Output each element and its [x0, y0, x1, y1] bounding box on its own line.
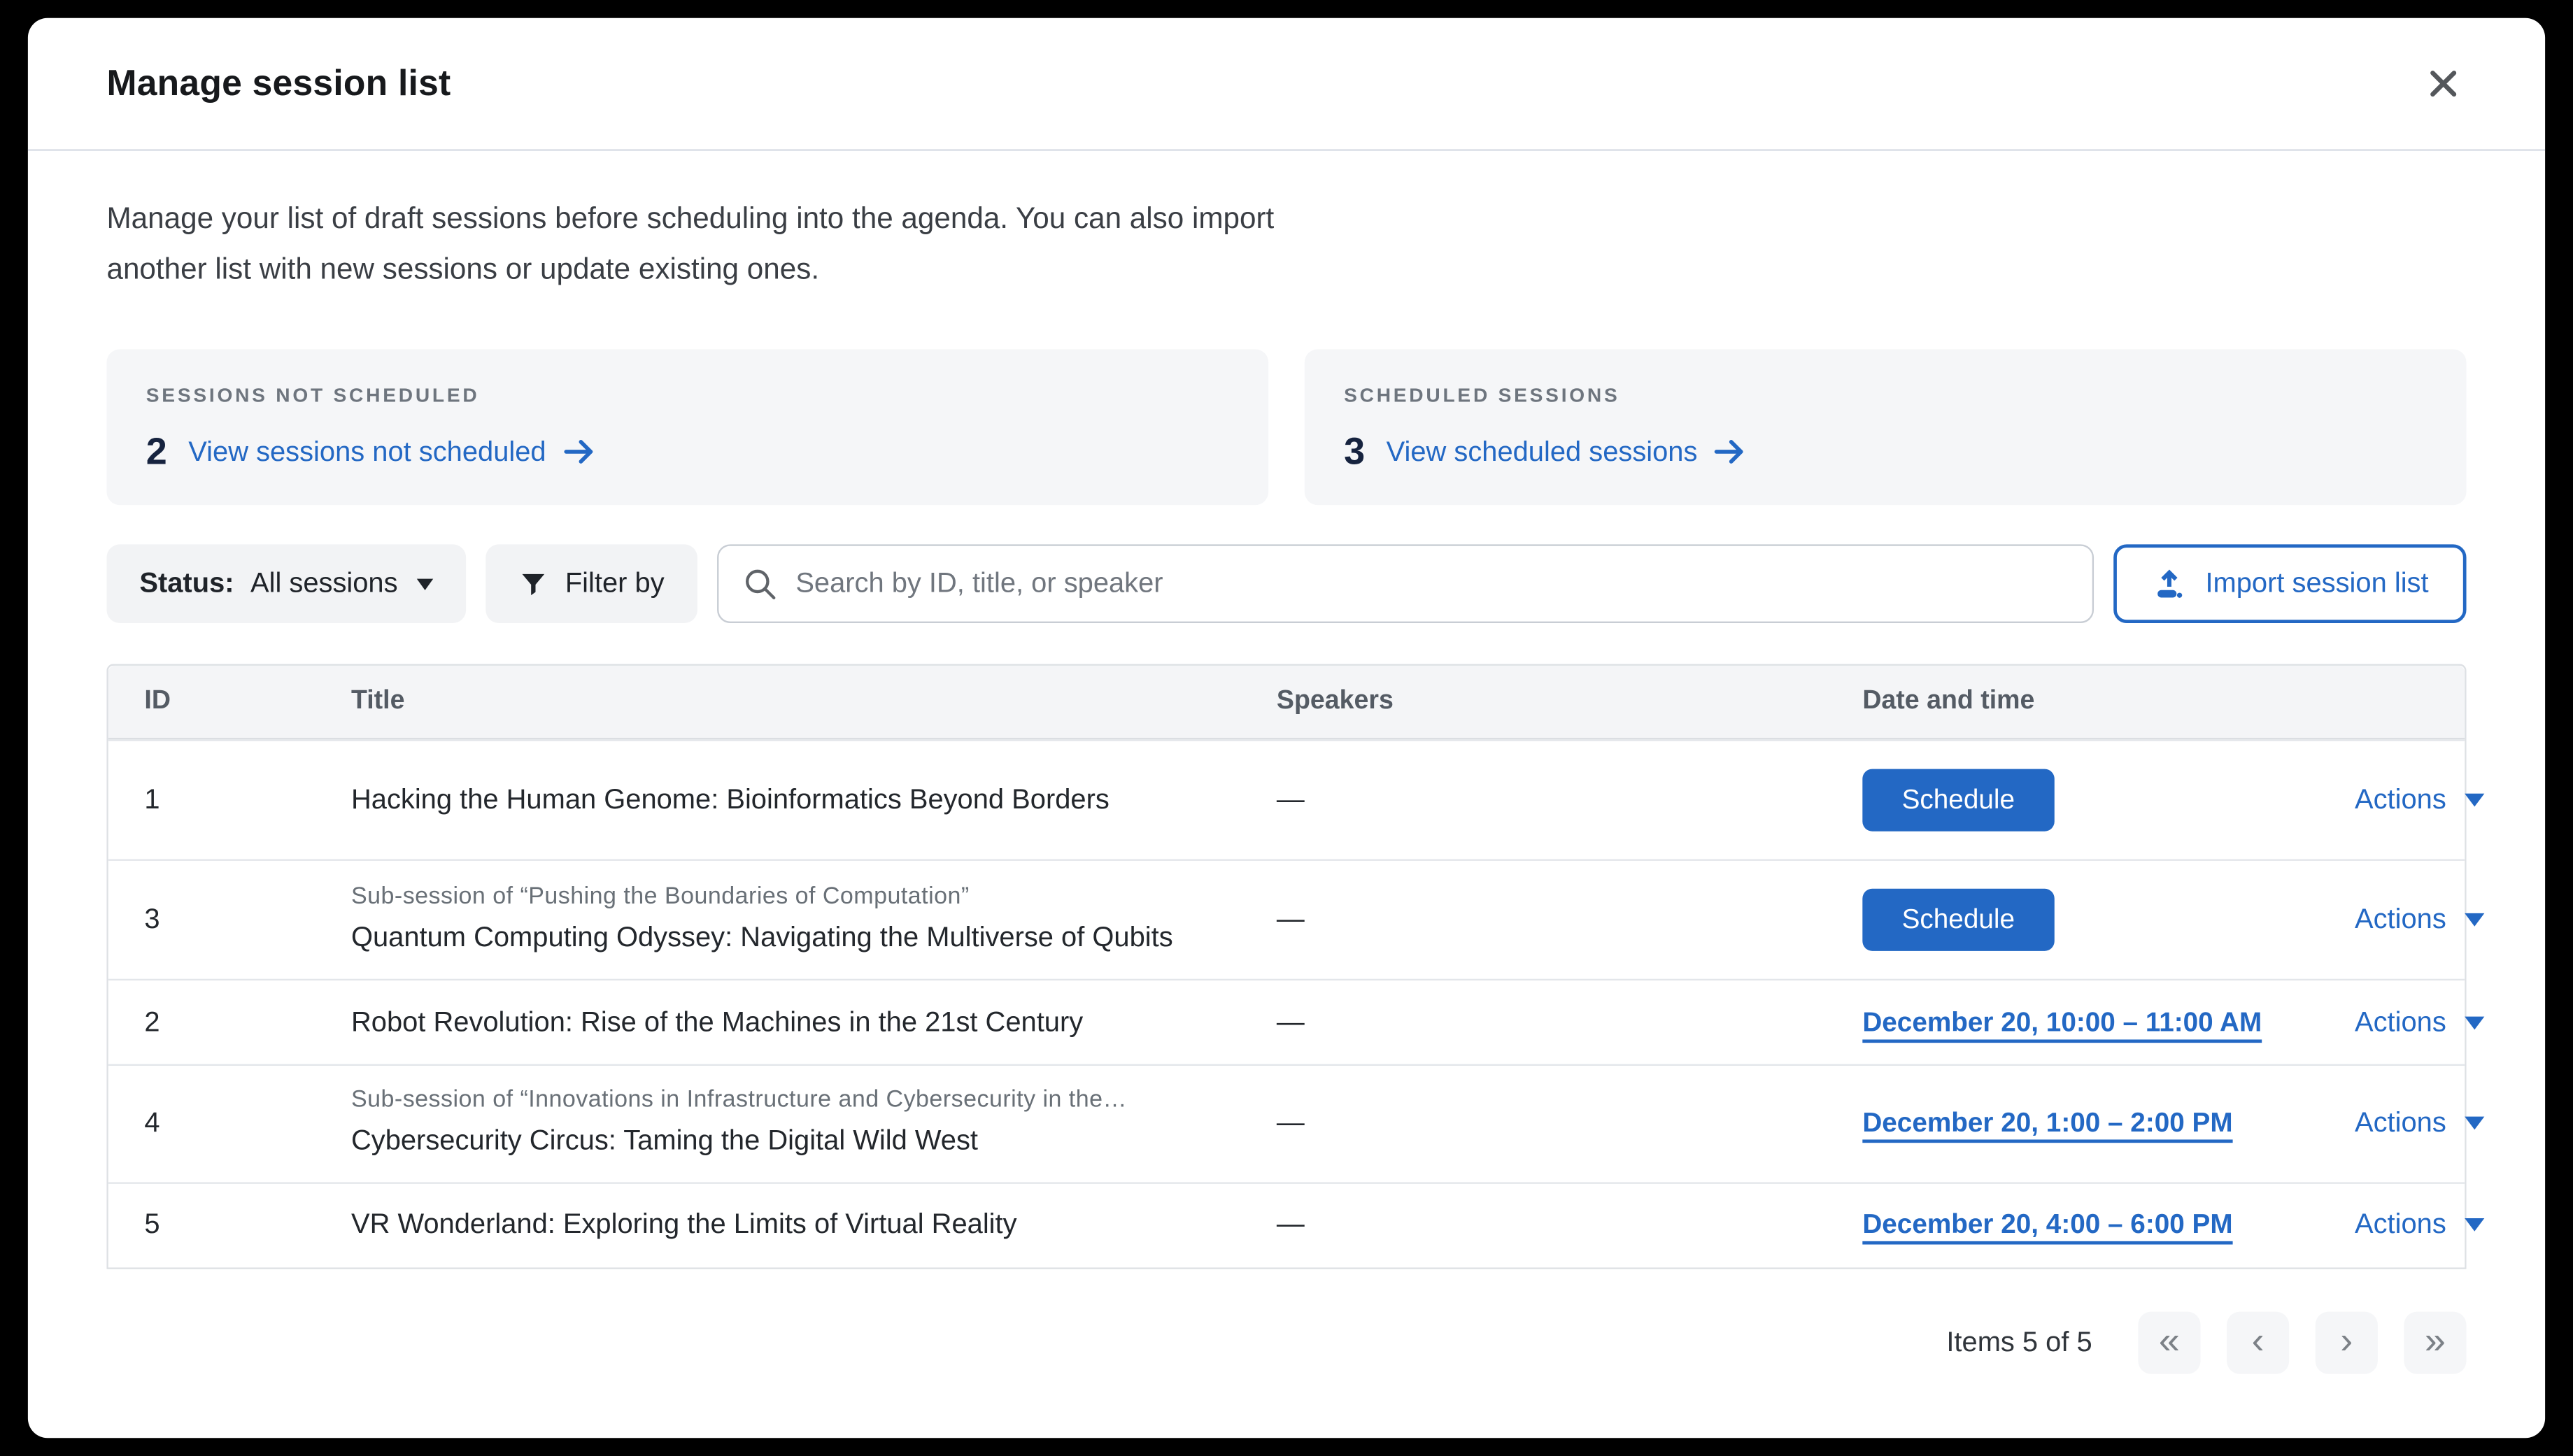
- double-chevron-left-icon: «: [2159, 1309, 2180, 1371]
- caret-down-icon: [2465, 1118, 2484, 1131]
- scheduled-sessions-card: SCHEDULED SESSIONS 3 View scheduled sess…: [1305, 349, 2467, 505]
- backdrop: Manage session list Manage your list of …: [0, 0, 2573, 1456]
- items-count-label: Items 5 of 5: [1946, 1326, 2092, 1359]
- actions-menu-button[interactable]: Actions: [2355, 1209, 2484, 1242]
- caret-down-icon: [418, 578, 434, 589]
- search-input[interactable]: [717, 544, 2094, 623]
- sessions-table: ID Title Speakers Date and time 1 Hackin…: [106, 664, 2466, 1269]
- table-row: 2 Robot Revolution: Rise of the Machines…: [108, 979, 2465, 1064]
- caret-down-icon: [2465, 1219, 2484, 1232]
- session-subtitle: Sub-session of “Innovations in Infrastru…: [351, 1087, 1244, 1113]
- session-speakers: —: [1277, 1209, 1862, 1242]
- next-page-button[interactable]: ›: [2316, 1311, 2378, 1373]
- table-header: ID Title Speakers Date and time: [108, 666, 2465, 740]
- dialog-description: Manage your list of draft sessions befor…: [106, 194, 2466, 295]
- summary-cards: SESSIONS NOT SCHEDULED 2 View sessions n…: [106, 349, 2466, 505]
- actions-menu-button[interactable]: Actions: [2355, 904, 2484, 936]
- header-title: Title: [351, 687, 1277, 716]
- session-id: 1: [144, 784, 351, 817]
- session-title: Quantum Computing Odyssey: Navigating th…: [351, 918, 1244, 957]
- table-row: 3 Sub-session of “Pushing the Boundaries…: [108, 859, 2465, 979]
- caret-down-icon: [2465, 1015, 2484, 1029]
- caret-down-icon: [2465, 794, 2484, 807]
- session-speakers: —: [1277, 904, 1862, 936]
- pagination: Items 5 of 5 « ‹ › »: [106, 1311, 2466, 1373]
- previous-page-button[interactable]: ‹: [2227, 1311, 2289, 1373]
- funnel-icon: [519, 568, 548, 599]
- upload-icon: [2151, 566, 2188, 602]
- chevron-left-icon: ‹: [2252, 1309, 2264, 1371]
- session-title: Hacking the Human Genome: Bioinformatics…: [351, 780, 1244, 820]
- dialog-header: Manage session list: [28, 18, 2545, 151]
- not-scheduled-count: 2: [146, 429, 167, 473]
- close-button[interactable]: [2417, 57, 2469, 110]
- caret-down-icon: [2465, 913, 2484, 927]
- card-label: SCHEDULED SESSIONS: [1344, 384, 2427, 407]
- schedule-button[interactable]: Schedule: [1862, 889, 2054, 951]
- double-chevron-right-icon: »: [2425, 1309, 2446, 1371]
- session-speakers: —: [1277, 784, 1862, 817]
- scheduled-count: 3: [1344, 429, 1365, 473]
- close-icon: [2424, 64, 2463, 103]
- toolbar: Status: All sessions Filter by: [106, 544, 2466, 623]
- description-line-1: Manage your list of draft sessions befor…: [106, 194, 2466, 245]
- arrow-right-icon: [562, 438, 597, 466]
- schedule-button[interactable]: Schedule: [1862, 769, 2054, 832]
- session-subtitle: Sub-session of “Pushing the Boundaries o…: [351, 883, 1244, 910]
- first-page-button[interactable]: «: [2138, 1311, 2200, 1373]
- header-id: ID: [144, 687, 351, 716]
- session-id: 5: [144, 1209, 351, 1242]
- filter-by-button[interactable]: Filter by: [486, 544, 697, 623]
- session-title: VR Wonderland: Exploring the Limits of V…: [351, 1206, 1244, 1245]
- table-row: 5 VR Wonderland: Exploring the Limits of…: [108, 1182, 2465, 1267]
- session-id: 2: [144, 1006, 351, 1039]
- session-title: Robot Revolution: Rise of the Machines i…: [351, 1003, 1244, 1042]
- status-filter-dropdown[interactable]: Status: All sessions: [106, 544, 467, 623]
- table-row: 4 Sub-session of “Innovations in Infrast…: [108, 1064, 2465, 1182]
- header-speakers: Speakers: [1277, 687, 1862, 716]
- dialog-title: Manage session list: [106, 62, 451, 105]
- session-id: 3: [144, 904, 351, 936]
- chevron-right-icon: ›: [2340, 1309, 2353, 1371]
- description-line-2: another list with new sessions or update…: [106, 244, 2466, 295]
- actions-menu-button[interactable]: Actions: [2355, 1108, 2484, 1141]
- header-datetime: Date and time: [1862, 687, 2355, 716]
- arrow-right-icon: [1714, 438, 1748, 466]
- card-label: SESSIONS NOT SCHEDULED: [146, 384, 1229, 407]
- table-row: 1 Hacking the Human Genome: Bioinformati…: [108, 739, 2465, 859]
- session-speakers: —: [1277, 1006, 1862, 1039]
- sessions-not-scheduled-card: SESSIONS NOT SCHEDULED 2 View sessions n…: [106, 349, 1268, 505]
- last-page-button[interactable]: »: [2404, 1311, 2466, 1373]
- import-session-list-button[interactable]: Import session list: [2113, 544, 2466, 623]
- actions-menu-button[interactable]: Actions: [2355, 1006, 2484, 1039]
- session-title: Cybersecurity Circus: Taming the Digital…: [351, 1122, 1244, 1161]
- session-datetime-link[interactable]: December 20, 10:00 – 11:00 AM: [1862, 1008, 2262, 1037]
- session-datetime-link[interactable]: December 20, 4:00 – 6:00 PM: [1862, 1211, 2232, 1240]
- manage-session-list-dialog: Manage session list Manage your list of …: [28, 18, 2545, 1438]
- session-datetime-link[interactable]: December 20, 1:00 – 2:00 PM: [1862, 1109, 2232, 1139]
- view-sessions-not-scheduled-link[interactable]: View sessions not scheduled: [188, 435, 597, 468]
- view-scheduled-sessions-link[interactable]: View scheduled sessions: [1387, 435, 1749, 468]
- actions-menu-button[interactable]: Actions: [2355, 784, 2484, 817]
- search-field-wrapper: [717, 544, 2094, 623]
- session-id: 4: [144, 1108, 351, 1141]
- session-speakers: —: [1277, 1108, 1862, 1141]
- search-icon: [742, 566, 778, 602]
